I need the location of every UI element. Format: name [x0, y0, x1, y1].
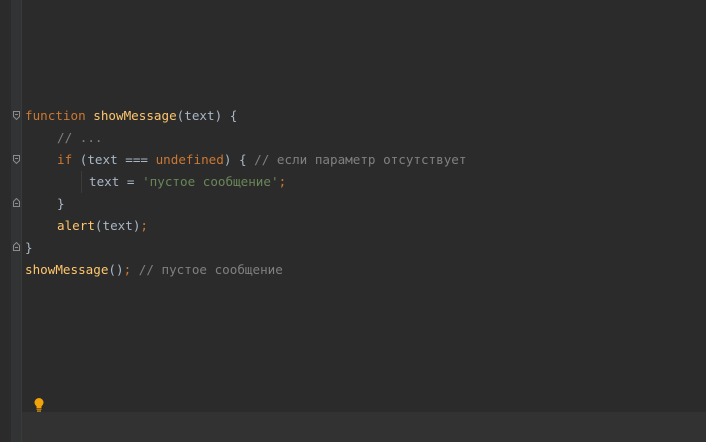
comment: // пустое сообщение — [131, 262, 283, 277]
editor-gutter[interactable] — [11, 0, 21, 442]
fold-marker-icon[interactable] — [13, 155, 20, 164]
code-text: (text) — [94, 218, 141, 233]
code-text: } — [25, 240, 33, 255]
code-text: () — [108, 262, 124, 277]
function-name: alert — [57, 218, 95, 233]
gutter-border — [21, 0, 22, 442]
code-area[interactable]: function showMessage(text) { // ... if (… — [25, 0, 706, 442]
comment: // ... — [57, 130, 103, 145]
code-line-1[interactable]: function showMessage(text) { — [25, 105, 237, 127]
keyword: function — [25, 108, 86, 123]
fold-marker-icon[interactable] — [13, 111, 20, 120]
fold-marker-icon[interactable] — [13, 198, 20, 207]
string-literal: 'пустое сообщение' — [142, 174, 279, 189]
fold-marker-icon[interactable] — [13, 242, 20, 251]
code-text: ) { — [223, 152, 255, 167]
function-name: showMessage — [25, 262, 109, 277]
semicolon: ; — [140, 218, 149, 233]
code-text: (text) { — [176, 108, 238, 123]
code-text: (text === — [72, 152, 156, 167]
code-line-5[interactable]: } — [57, 193, 65, 215]
code-line-3[interactable]: if (text === undefined) { // если параме… — [57, 149, 466, 171]
comment: // если параметр отсутствует — [254, 152, 467, 167]
code-line-8[interactable]: showMessage(); // пустое сообщение — [25, 259, 283, 281]
semicolon: ; — [278, 174, 287, 189]
function-name: showMessage — [93, 108, 177, 123]
editor-left-strip — [0, 0, 11, 442]
code-line-7[interactable]: } — [25, 237, 33, 259]
code-line-2[interactable]: // ... — [57, 127, 103, 149]
lightbulb-icon[interactable] — [33, 397, 45, 413]
keyword: undefined — [155, 152, 224, 167]
code-line-4[interactable]: text = 'пустое сообщение'; — [89, 171, 286, 193]
code-line-6[interactable]: alert(text); — [57, 215, 148, 237]
keyword: if — [57, 152, 73, 167]
code-text: text = — [89, 174, 143, 189]
indent-guide — [81, 171, 82, 193]
code-editor[interactable]: function showMessage(text) { // ... if (… — [0, 0, 706, 442]
code-text: } — [57, 196, 65, 211]
